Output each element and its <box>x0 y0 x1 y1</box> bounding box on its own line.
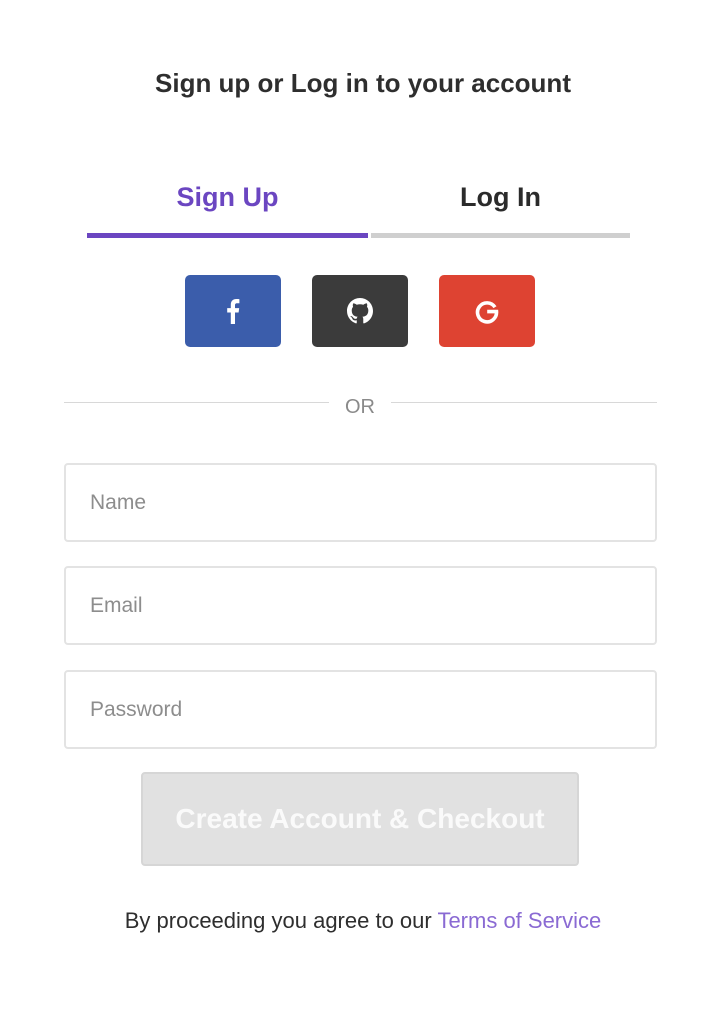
tab-sign-up[interactable]: Sign Up <box>87 176 368 238</box>
github-icon <box>347 298 373 324</box>
social-login-group <box>0 275 726 347</box>
github-login-button[interactable] <box>312 275 408 347</box>
name-field[interactable] <box>64 463 657 542</box>
facebook-icon <box>227 299 240 324</box>
divider-text: OR <box>345 396 375 418</box>
divider-line-left <box>64 402 329 403</box>
email-field[interactable] <box>64 566 657 645</box>
page-title: Sign up or Log in to your account <box>155 68 571 98</box>
tab-log-in[interactable]: Log In <box>371 176 630 238</box>
google-login-button[interactable] <box>439 275 535 347</box>
terms-text: By proceeding you agree to our <box>124 908 438 933</box>
facebook-login-button[interactable] <box>185 275 281 347</box>
password-field[interactable] <box>64 670 657 749</box>
terms-of-service-link[interactable]: Terms of Service <box>437 908 601 933</box>
create-account-button[interactable]: Create Account & Checkout <box>141 772 579 866</box>
divider-line-right <box>391 402 657 403</box>
auth-tabs: Sign Up Log In <box>87 176 630 238</box>
or-divider: OR <box>64 392 657 422</box>
google-icon <box>475 301 499 324</box>
terms-notice: By proceeding you agree to our Terms of … <box>0 908 726 934</box>
